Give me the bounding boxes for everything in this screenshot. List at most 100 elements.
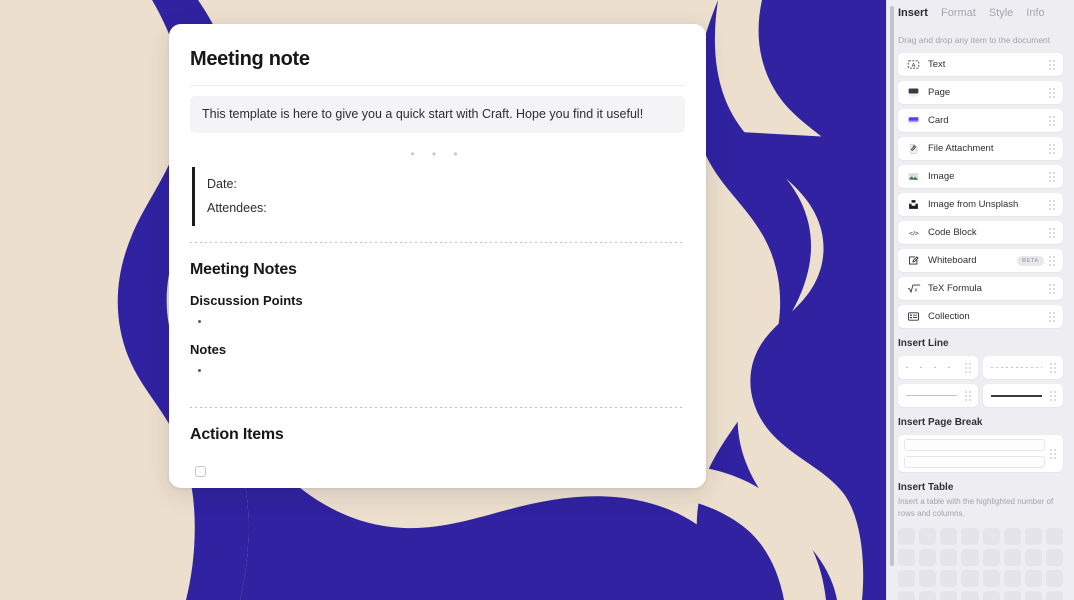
drag-handle-icon[interactable] [1049,59,1057,70]
drag-handle-icon[interactable] [965,390,973,401]
insert-item-label: Image [928,171,955,182]
svg-text:A: A [912,63,916,69]
insert-table-grid[interactable] [898,528,1063,600]
drag-handle-icon[interactable] [1049,199,1057,210]
insert-item-tex-formula[interactable]: x TeX Formula [898,277,1063,300]
drag-handle-icon[interactable] [1049,115,1057,126]
table-size-cell[interactable] [1045,549,1063,566]
status-badge-beta: BETA [1017,255,1044,266]
table-size-cell[interactable] [898,528,916,545]
table-size-cell[interactable] [919,591,937,600]
bullet-dot-icon [198,368,201,372]
table-size-cell[interactable] [961,528,979,545]
tex-formula-icon: x [906,281,921,296]
table-size-cell[interactable] [1045,591,1063,600]
drag-handle-icon[interactable] [1050,390,1058,401]
insert-item-card[interactable]: Card [898,109,1063,132]
section-title-insert-line: Insert Line [898,338,949,349]
document-card[interactable]: Meeting note This template is here to gi… [169,24,706,488]
svg-text:x: x [914,288,917,294]
bullet-item-discussion[interactable] [190,312,685,342]
table-size-cell[interactable] [982,549,1000,566]
bullet-item-notes[interactable] [190,361,685,391]
table-size-cell[interactable] [919,528,937,545]
drag-handle-icon[interactable] [1050,362,1058,373]
tab-style[interactable]: Style [989,7,1013,19]
drag-handle-icon[interactable] [1049,171,1057,182]
insert-item-file-attachment[interactable]: File Attachment [898,137,1063,160]
table-size-cell[interactable] [940,570,958,587]
line-option-dense-dotted[interactable] [983,356,1063,379]
drag-handle-icon[interactable] [1049,87,1057,98]
table-size-cell[interactable] [1003,570,1021,587]
checkbox-icon[interactable] [195,466,206,478]
table-size-cell[interactable] [1045,570,1063,587]
drag-drop-hint: Drag and drop any item to the document [898,35,1051,45]
table-size-cell[interactable] [898,570,916,587]
table-size-cell[interactable] [1003,528,1021,545]
quote-line-date[interactable]: Date: [207,173,685,197]
sidebar-tabs: Insert Format Style Info [898,0,1063,19]
drag-handle-icon[interactable] [1049,311,1057,322]
heading-meeting-notes[interactable]: Meeting Notes [190,261,685,279]
page-title[interactable]: Meeting note [190,48,685,71]
subheading-notes[interactable]: Notes [190,342,685,357]
line-option-sparse-dotted[interactable] [898,356,978,379]
insert-item-label: Code Block [928,227,977,238]
insert-item-page[interactable]: Page [898,81,1063,104]
table-size-cell[interactable] [898,549,916,566]
table-size-cell[interactable] [961,570,979,587]
insert-item-image[interactable]: Image [898,165,1063,188]
page-break-option[interactable] [898,435,1063,472]
table-size-cell[interactable] [940,549,958,566]
insert-item-label: Text [928,59,946,70]
heading-action-items[interactable]: Action Items [190,426,685,444]
callout-block[interactable]: This template is here to give you a quic… [190,96,685,133]
table-size-cell[interactable] [1024,549,1042,566]
insert-sidebar: Insert Format Style Info Drag and drop a… [886,0,1074,600]
table-size-cell[interactable] [1024,570,1042,587]
code-block-icon: </> [906,225,921,240]
sidebar-scrollbar[interactable] [890,6,894,566]
table-size-cell[interactable] [982,570,1000,587]
action-item-row[interactable] [190,458,685,482]
table-size-cell[interactable] [898,591,916,600]
drag-handle-icon[interactable] [1049,255,1057,266]
drag-handle-icon[interactable] [1050,448,1058,459]
table-size-cell[interactable] [919,570,937,587]
table-size-cell[interactable] [940,591,958,600]
table-size-cell[interactable] [982,528,1000,545]
quote-block[interactable]: Date: Attendees: [192,166,685,227]
table-size-cell[interactable] [961,549,979,566]
table-size-cell[interactable] [1003,549,1021,566]
tab-insert[interactable]: Insert [898,7,928,19]
insert-item-whiteboard[interactable]: Whiteboard BETA [898,249,1063,272]
insert-item-text[interactable]: A Text [898,53,1063,76]
insert-line-options [898,356,1063,407]
insert-item-code-block[interactable]: </> Code Block [898,221,1063,244]
insert-item-label: Page [928,87,951,98]
tab-format[interactable]: Format [941,7,976,19]
drag-handle-icon[interactable] [1049,143,1057,154]
tab-info[interactable]: Info [1026,7,1044,19]
table-size-cell[interactable] [961,591,979,600]
line-option-thin-solid[interactable] [898,384,978,407]
table-size-cell[interactable] [919,549,937,566]
quote-line-attendees[interactable]: Attendees: [207,197,685,221]
insert-item-label: Image from Unsplash [928,199,1019,210]
table-size-cell[interactable] [982,591,1000,600]
drag-handle-icon[interactable] [1049,227,1057,238]
line-option-thick-solid[interactable] [983,384,1063,407]
insert-item-collection[interactable]: Collection [898,305,1063,328]
drag-handle-icon[interactable] [965,362,973,373]
table-size-cell[interactable] [1003,591,1021,600]
subheading-discussion-points[interactable]: Discussion Points [190,293,685,308]
table-size-cell[interactable] [1024,591,1042,600]
table-size-cell[interactable] [940,528,958,545]
bullet-dot-icon [198,319,201,323]
table-size-cell[interactable] [1024,528,1042,545]
table-size-cell[interactable] [1045,528,1063,545]
insert-item-image-from-unsplash[interactable]: Image from Unsplash [898,193,1063,216]
drag-handle-icon[interactable] [1049,283,1057,294]
dotted-divider-2 [190,407,685,409]
